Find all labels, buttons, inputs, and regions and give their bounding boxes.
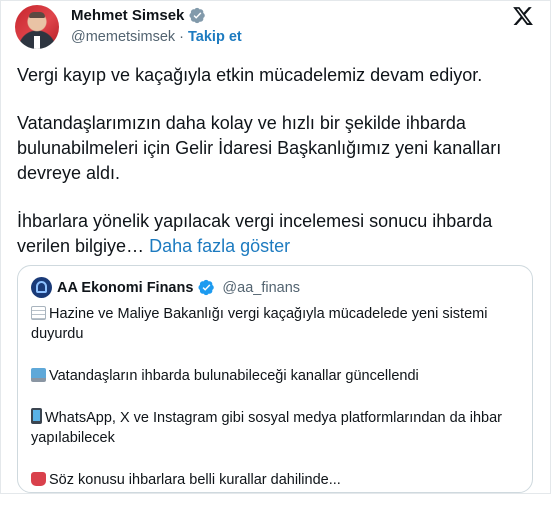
tweet-header: Mehmet Simsek @memetsimsek · Takip et: [15, 5, 536, 49]
phone-icon: [31, 408, 42, 424]
author-handle[interactable]: @memetsimsek: [71, 29, 175, 45]
verified-badge-icon: [189, 7, 206, 24]
quoted-item: WhatsApp, X ve Instagram gibi sosyal med…: [31, 408, 521, 448]
bag-icon: [31, 472, 46, 486]
laptop-icon: [31, 368, 46, 382]
author-avatar[interactable]: [15, 5, 59, 49]
quoted-item-text: Söz konusu ihbarlara belli kurallar dahi…: [49, 472, 341, 488]
tweet-paragraph-last: İhbarlara yönelik yapılacak vergi incele…: [17, 209, 542, 259]
quoted-author-avatar: [31, 277, 52, 298]
quoted-tweet[interactable]: AA Ekonomi Finans @aa_finans Hazine ve M…: [17, 265, 533, 493]
x-logo-icon[interactable]: [512, 5, 534, 27]
quoted-item: Vatandaşların ihbarda bulunabileceği kan…: [31, 366, 521, 386]
author-handle-row: @memetsimsek · Takip et: [71, 29, 242, 45]
author-name-row: Mehmet Simsek: [71, 7, 206, 24]
tweet-paragraph: Vergi kayıp ve kaçağıyla etkin mücadelem…: [17, 65, 483, 85]
tweet-paragraph: Vatandaşlarımızın daha kolay ve hızlı bi…: [17, 113, 502, 183]
separator-dot: ·: [179, 29, 184, 45]
document-icon: [31, 306, 46, 320]
quoted-item: Söz konusu ihbarlara belli kurallar dahi…: [31, 470, 521, 490]
quoted-author-handle: @aa_finans: [222, 279, 301, 296]
quoted-item: Hazine ve Maliye Bakanlığı vergi kaçağıy…: [31, 304, 521, 344]
quoted-tweet-header: AA Ekonomi Finans @aa_finans: [31, 277, 300, 298]
quoted-item-text: Hazine ve Maliye Bakanlığı vergi kaçağıy…: [31, 306, 488, 342]
quoted-item-text: Vatandaşların ihbarda bulunabileceği kan…: [49, 368, 419, 384]
author-name[interactable]: Mehmet Simsek: [71, 7, 184, 24]
quoted-author-name: AA Ekonomi Finans: [57, 279, 194, 296]
verified-badge-icon: [198, 279, 215, 296]
quoted-tweet-body: Hazine ve Maliye Bakanlığı vergi kaçağıy…: [31, 304, 521, 512]
show-more-link[interactable]: Daha fazla göster: [149, 236, 290, 256]
quoted-item-text: WhatsApp, X ve Instagram gibi sosyal med…: [31, 410, 502, 446]
tweet-card: Mehmet Simsek @memetsimsek · Takip et Ve…: [0, 0, 551, 494]
tweet-text: Vergi kayıp ve kaçağıyla etkin mücadelem…: [17, 63, 542, 282]
follow-button[interactable]: Takip et: [188, 29, 242, 45]
